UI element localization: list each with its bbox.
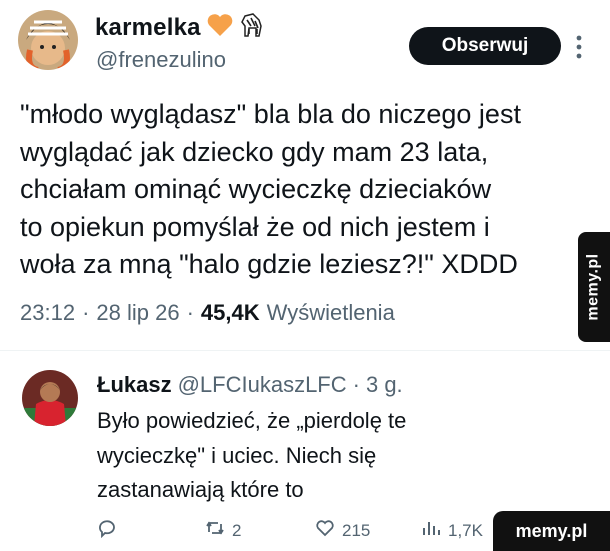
- analytics-icon: [421, 518, 441, 543]
- retweet-count: 2: [232, 520, 242, 540]
- handle[interactable]: @frenezulino: [96, 47, 226, 73]
- like-action[interactable]: 215: [315, 518, 370, 543]
- avatar-karmelka[interactable]: [18, 10, 78, 70]
- bottom-watermark: memy.pl: [493, 511, 610, 551]
- reply-header: Łukasz @LFCIukaszLFC · 3 g.: [97, 372, 403, 398]
- follow-button[interactable]: Obserwuj: [409, 27, 561, 65]
- tweet-date[interactable]: 28 lip 26: [96, 300, 179, 326]
- reply-display-name[interactable]: Łukasz: [97, 372, 172, 398]
- heart-icon: [315, 518, 335, 543]
- reply-icon: [97, 518, 117, 543]
- tweet-time[interactable]: 23:12: [20, 300, 75, 326]
- like-count: 215: [342, 520, 371, 540]
- display-name[interactable]: karmelka: [95, 14, 201, 42]
- views-count-reply: 1,7K: [448, 520, 483, 540]
- views-count: 45,4K: [200, 300, 260, 325]
- tweet-meta: 23:12 · 28 lip 26 · 45,4K Wyświetlenia: [20, 300, 395, 326]
- views-action[interactable]: 1,7K: [421, 518, 483, 543]
- retweet-action[interactable]: 2: [205, 518, 241, 543]
- retweet-icon: [205, 518, 225, 543]
- divider: [0, 350, 610, 351]
- avatar-lukasz[interactable]: [22, 370, 78, 426]
- side-watermark: memy.pl: [578, 232, 610, 342]
- orange-heart-icon: [207, 13, 233, 42]
- more-options-icon[interactable]: [572, 30, 586, 64]
- reply-handle[interactable]: @LFCIukaszLFC: [178, 372, 347, 398]
- meta-separator: ·: [186, 300, 194, 325]
- tweet-text: "młodo wyglądasz" bla bla do niczego jes…: [20, 99, 521, 279]
- meta-separator: ·: [82, 300, 90, 325]
- zebra-icon: [239, 12, 267, 43]
- meta-separator: ·: [352, 372, 360, 397]
- views-label: Wyświetlenia: [266, 300, 395, 325]
- display-name-row: karmelka: [95, 12, 267, 43]
- reply-age[interactable]: 3 g.: [366, 372, 403, 398]
- side-watermark-label: memy.pl: [585, 253, 603, 321]
- reply-text: Było powiedzieć, że „pierdolę te wyciecz…: [97, 408, 407, 502]
- bottom-watermark-label: memy.pl: [515, 520, 588, 541]
- reply-action[interactable]: [97, 518, 124, 543]
